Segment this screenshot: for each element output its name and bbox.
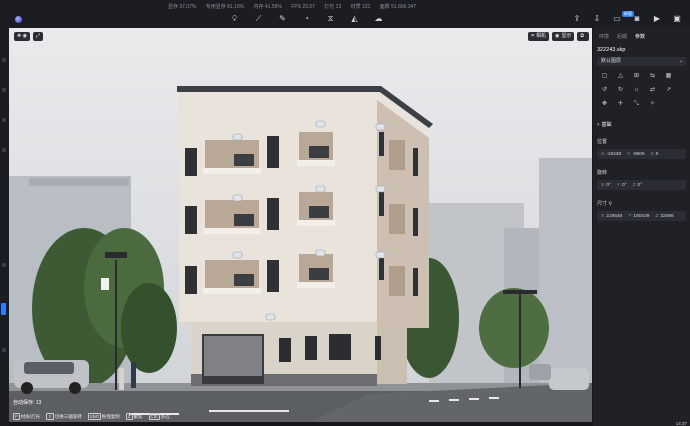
tool-grid: ▢ △ ⊞ ⇆ ▦ ↺ ↻ ⌂ ⇄ ↗ ✥ ✛ ⤡ ✧ <box>600 72 683 109</box>
stat-fps: FPS 23.07 <box>291 4 315 10</box>
rail-item[interactable] <box>2 118 6 122</box>
hint: Ctrl 多选 <box>148 413 170 420</box>
export-icon[interactable]: ⇩ <box>592 14 602 24</box>
stat-materials: 材质 131 <box>350 4 371 10</box>
size-z-field[interactable]: Z 32066 <box>655 214 673 219</box>
stat-faces: 面数 51,666,347 <box>379 4 417 10</box>
hint: Shift 拖拽复制 <box>87 413 120 420</box>
position-label: 位置 <box>597 139 608 145</box>
rail-item[interactable] <box>2 58 6 62</box>
stat-vram: 显存 37.07% <box>168 4 197 10</box>
align-icon[interactable]: △ <box>616 72 625 81</box>
render-icon[interactable]: ▭ <box>612 14 622 24</box>
rotation-fields: X 0° Y 0° Z 0° <box>597 180 686 190</box>
scene-render <box>9 86 592 422</box>
rotation-z-field[interactable]: Z 0° <box>633 183 643 188</box>
rail-item[interactable] <box>2 88 6 92</box>
performance-stats: 显存 37.07% 专用显存 81.10% 内存 41.55% FPS 23.0… <box>168 3 424 10</box>
tab-params[interactable]: 参数 <box>635 33 645 40</box>
layout-icon: ⧉ <box>580 33 584 39</box>
display-dropdown[interactable]: ◉ 显示 <box>552 32 575 41</box>
timer-icon[interactable]: ◔ <box>302 14 311 23</box>
tab-post[interactable]: 后期 <box>617 33 627 40</box>
rotation-y-field[interactable]: Y 0° <box>617 183 627 188</box>
light-bulb-icon[interactable]: 💡︎ <box>230 14 239 23</box>
share-icon[interactable]: ⇪ <box>572 14 582 24</box>
size-fields: X 219548 Y 160439 Z 32066 <box>597 211 686 221</box>
rotate-right-icon[interactable]: ↻ <box>616 86 625 95</box>
size-y-field[interactable]: Y 160439 <box>628 214 649 219</box>
size-x-field[interactable]: X 219548 <box>601 214 622 219</box>
rail-active-item[interactable] <box>1 303 6 315</box>
clock: 14:37 <box>675 421 687 426</box>
layout-dropdown[interactable]: ⧉ <box>577 32 589 41</box>
brush-icon[interactable]: ✎ <box>278 14 287 23</box>
home-icon[interactable]: ⌂ <box>632 86 641 95</box>
scale-icon[interactable]: ⤡ <box>632 100 641 109</box>
3d-viewport[interactable]: ✥ ◉ ⤢ ⌗ 相机 ◉ 显示 ⧉ 自动保存: 13 F 材质/灯光 ⇧ 切换三轴旋转 … <box>9 28 592 422</box>
rail-item[interactable] <box>2 148 6 152</box>
right-toolbar: ⇪ ⇩ ▭ ◙ ▶ ▣ <box>572 14 682 24</box>
fullscreen-button[interactable]: ⤢ <box>32 32 43 41</box>
mode-toolbar: 💡︎ ⟋ ✎ ◔ ⧖ ◭ ☁ <box>230 14 383 23</box>
move-icon[interactable]: ✥ <box>600 100 609 109</box>
cloud-icon[interactable]: ☁ <box>374 14 383 23</box>
panel-tabs: 环境 后期 参数 <box>593 28 690 40</box>
hint: F 材质/灯光 <box>13 413 40 420</box>
display-label: 显示 <box>561 33 572 39</box>
rail-item[interactable] <box>2 348 6 352</box>
position-z-field[interactable]: Z0 <box>651 152 659 157</box>
section-basic[interactable]: ▾ 基础 <box>597 121 686 128</box>
measure-icon[interactable]: ⟋ <box>254 14 263 23</box>
stat-lights: 灯光 13 <box>324 4 342 10</box>
position-y-field[interactable]: Y -8506 <box>627 152 644 157</box>
export-icon[interactable]: ↗ <box>664 86 673 95</box>
mirror-icon[interactable]: ⧖ <box>326 14 335 23</box>
section-basic-label: 基础 <box>601 122 612 128</box>
file-name: 322243.skp <box>597 47 626 53</box>
copy-icon[interactable]: ▢ <box>600 72 609 81</box>
caret-down-icon: ▾ <box>597 122 600 128</box>
stat-dedicated-vram: 专用显存 81.10% <box>205 4 245 10</box>
stat-memory: 内存 41.55% <box>253 4 282 10</box>
grid-icon[interactable]: ▦ <box>664 72 673 81</box>
top-bar: 显存 37.07% 专用显存 81.10% 内存 41.55% FPS 23.0… <box>0 0 690 28</box>
position-x-field[interactable]: X -18438 <box>601 152 621 157</box>
transform-mode-button[interactable]: ✥ ◉ <box>14 32 30 41</box>
camera-icon[interactable]: ◙ <box>632 14 642 24</box>
rotation-label: 旋转 <box>597 170 608 176</box>
position-fields: X -18438 Y -8506 Z0 <box>597 149 686 159</box>
cone-icon[interactable]: ◭ <box>350 14 359 23</box>
replace-icon[interactable]: ⇄ <box>648 86 657 95</box>
hint: ⇧ 切换三轴旋转 <box>46 413 82 420</box>
center-icon[interactable]: ✛ <box>616 100 625 109</box>
left-rail <box>0 28 9 426</box>
panorama-icon[interactable]: ▣ <box>672 14 682 24</box>
sparkle-icon[interactable]: ✧ <box>648 100 657 109</box>
eye-icon: ◉ <box>555 33 560 39</box>
group-icon[interactable]: ⊞ <box>632 72 641 81</box>
chevron-down-icon: ⌄ <box>678 58 683 64</box>
scene-select-value: 默认图层 <box>601 58 622 64</box>
autosave-status: 自动保存: 13 <box>13 400 42 406</box>
viewport-toolbar-right: ⌗ 相机 ◉ 显示 ⧉ <box>528 32 589 41</box>
rail-item[interactable] <box>2 263 6 267</box>
camera-label: 相机 <box>536 33 547 39</box>
app-logo[interactable] <box>15 16 22 23</box>
camera-icon: ⌗ <box>531 33 535 39</box>
hint: Z 聚焦 <box>125 413 143 420</box>
viewport-toolbar-left: ✥ ◉ ⤢ <box>14 32 43 41</box>
size-label: 尺寸 ⚲ <box>597 201 613 207</box>
rotation-x-field[interactable]: X 0° <box>601 183 611 188</box>
camera-dropdown[interactable]: ⌗ 相机 <box>528 32 550 41</box>
flip-icon[interactable]: ⇆ <box>648 72 657 81</box>
video-icon[interactable]: ▶ <box>652 14 662 24</box>
rotate-left-icon[interactable]: ↺ <box>600 86 609 95</box>
lock-icon[interactable]: ⚲ <box>608 201 612 207</box>
properties-panel: 环境 后期 参数 322243.skp 默认图层 ⌄ ▢ △ ⊞ ⇆ ▦ ↺ ↻… <box>593 28 690 426</box>
scene-select[interactable]: 默认图层 ⌄ <box>597 57 686 66</box>
tab-environment[interactable]: 环境 <box>599 33 609 40</box>
shortcut-hints: F 材质/灯光 ⇧ 切换三轴旋转 Shift 拖拽复制 Z 聚焦 Ctrl 多选 <box>13 413 170 420</box>
